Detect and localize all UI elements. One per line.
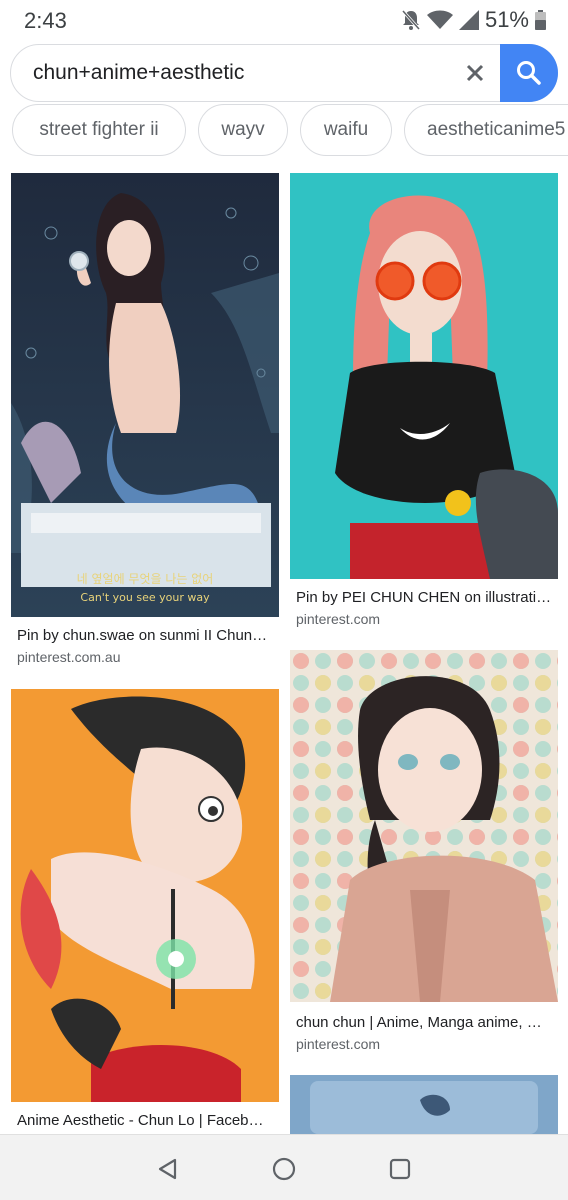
result-title[interactable]: Pin by PEI CHUN CHEN on illustrati… [296, 589, 558, 606]
result-source: pinterest.com [296, 611, 381, 627]
chip-waifu[interactable]: waifu [300, 104, 392, 156]
back-triangle-icon [158, 1158, 177, 1180]
status-icons: 51% [401, 7, 546, 33]
image-result-1[interactable]: 네 옆얼에 무엇을 나는 없어 Can't you see your way P… [11, 173, 279, 673]
image-result-3[interactable]: Anime Aesthetic - Chun Lo | Faceb… [11, 689, 279, 1134]
result-thumbnail[interactable] [290, 650, 558, 1002]
girl-orange-sunglasses-illustration [290, 173, 558, 579]
partial-blue-illustration [290, 1075, 558, 1134]
result-source: pinterest.com.au [17, 649, 121, 665]
home-circle-icon [272, 1157, 296, 1181]
close-icon [466, 64, 484, 82]
chip-label: street fighter ii [39, 119, 159, 140]
home-button[interactable] [268, 1153, 300, 1185]
search-bar: chun+anime+aesthetic [10, 44, 558, 102]
result-title[interactable]: Pin by chun.swae on sunmi II Chun… [17, 627, 279, 644]
result-source: pinterest.com [296, 1036, 381, 1052]
chip-wayv[interactable]: wayv [198, 104, 288, 156]
recents-button[interactable] [384, 1153, 416, 1185]
chip-aestheticanime5[interactable]: aestheticanime5 [404, 104, 568, 156]
result-thumbnail[interactable] [290, 173, 558, 579]
system-nav-bar [0, 1134, 568, 1200]
chip-label: wayv [221, 119, 265, 140]
result-thumbnail[interactable] [11, 689, 279, 1102]
mermaid-girl-illustration: 네 옆얼에 무엇을 나는 없어 Can't you see your way [11, 173, 279, 617]
image-result-2[interactable]: Pin by PEI CHUN CHEN on illustrati… pint… [290, 173, 558, 631]
recents-square-icon [389, 1158, 411, 1180]
chip-street-fighter-ii[interactable]: street fighter ii [12, 104, 186, 156]
wifi-icon [426, 10, 453, 29]
image-caption-english: Can't you see your way [80, 591, 210, 604]
status-bar: 2:43 51% [0, 0, 568, 42]
result-thumbnail[interactable]: 네 옆얼에 무엇을 나는 없어 Can't you see your way [11, 173, 279, 617]
braided-girl-polka-dot-illustration [290, 650, 558, 1002]
chip-label: aestheticanime5 [427, 119, 566, 140]
image-caption-korean: 네 옆얼에 무엇을 나는 없어 [77, 572, 214, 586]
result-thumbnail[interactable] [290, 1075, 558, 1134]
clear-search-button[interactable] [461, 59, 489, 87]
result-title[interactable]: chun chun | Anime, Manga anime, … [296, 1014, 558, 1031]
search-input[interactable]: chun+anime+aesthetic [33, 61, 244, 85]
back-button[interactable] [152, 1153, 184, 1185]
notifications-off-icon [401, 10, 421, 30]
cell-signal-icon [458, 10, 479, 30]
image-result-4[interactable]: chun chun | Anime, Manga anime, … pinter… [290, 650, 558, 1054]
related-searches: street fighter ii wayv waifu aesthetican… [10, 104, 568, 160]
battery-percent: 51% [484, 7, 529, 32]
result-title[interactable]: Anime Aesthetic - Chun Lo | Faceb… [17, 1112, 279, 1129]
battery-icon [535, 10, 546, 30]
image-result-5[interactable] [290, 1075, 558, 1134]
search-button[interactable] [500, 44, 558, 102]
status-time: 2:43 [24, 8, 67, 33]
search-icon [517, 61, 541, 85]
astro-boy-illustration [11, 689, 279, 1102]
chip-label: waifu [323, 119, 369, 140]
